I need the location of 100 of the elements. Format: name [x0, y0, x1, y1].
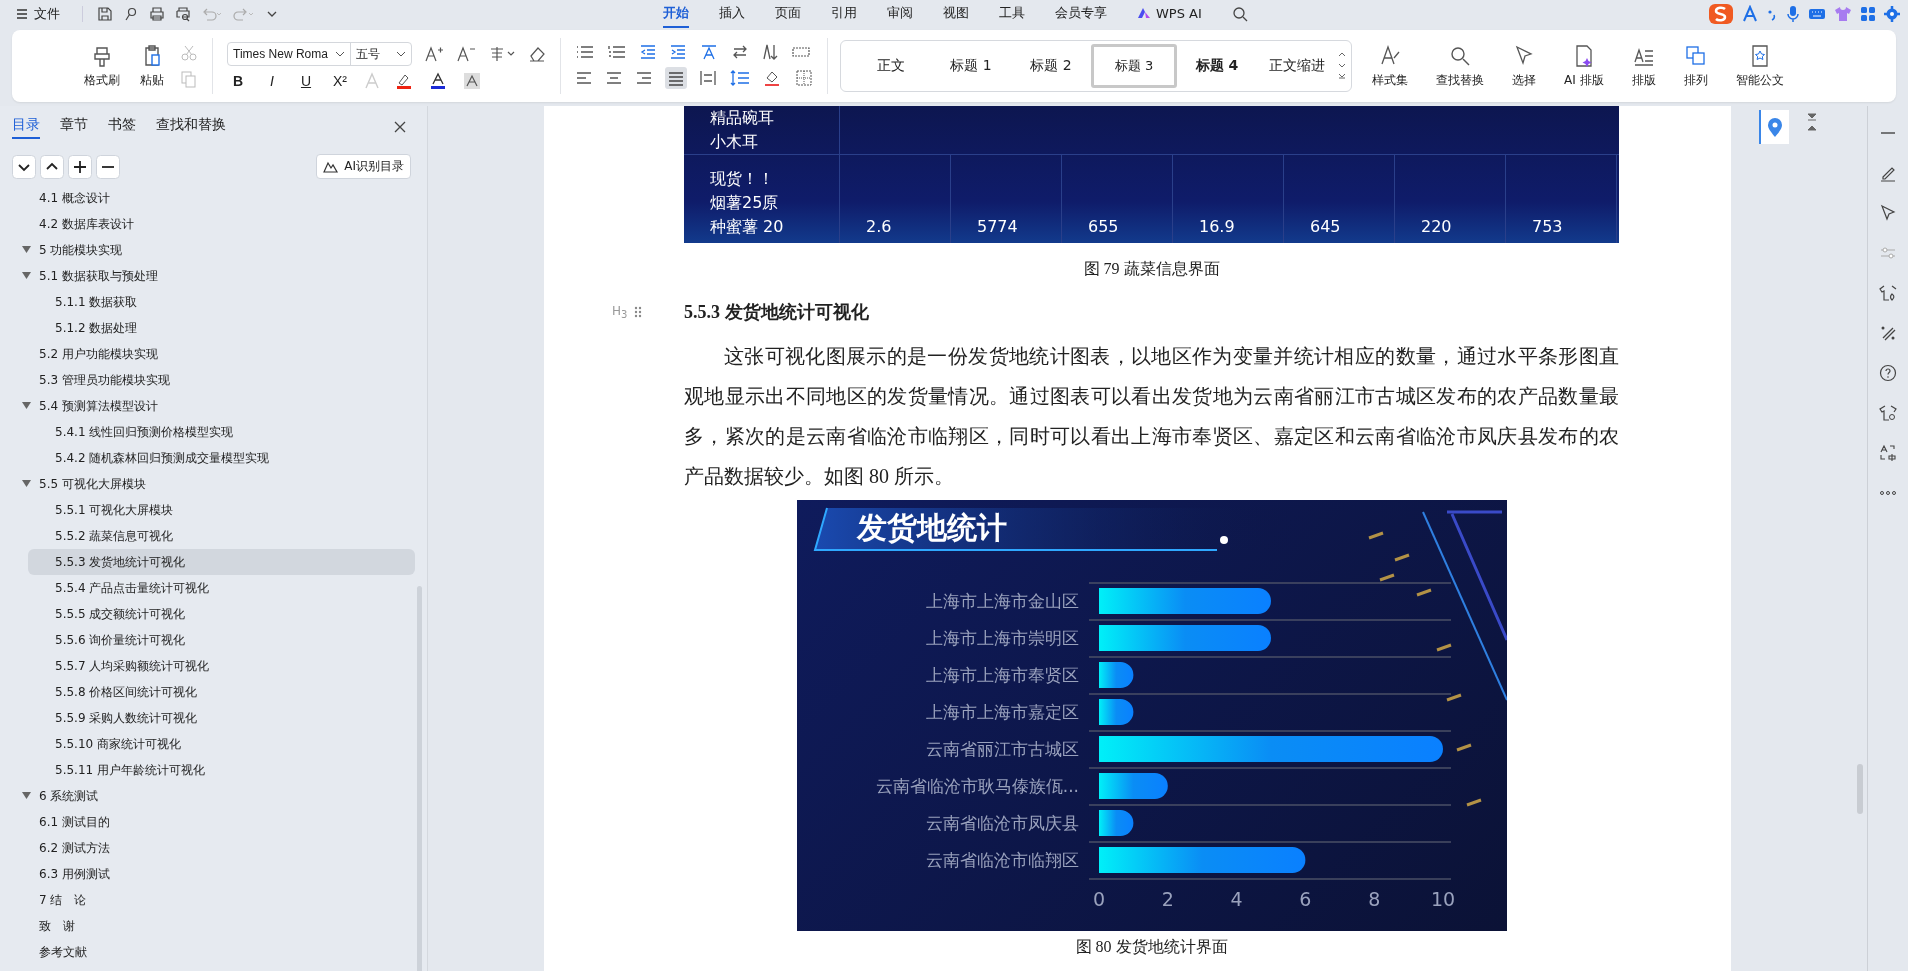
expand-triangle-icon[interactable]	[22, 246, 31, 254]
text-direction-icon[interactable]	[699, 43, 719, 61]
letter-a-icon[interactable]	[1742, 5, 1758, 23]
border-icon[interactable]	[795, 69, 813, 87]
toc-item[interactable]: 5.5.11 用户年龄统计可视化	[28, 757, 415, 783]
search-icon[interactable]	[1231, 6, 1248, 22]
sidebar-tab[interactable]: 章节	[60, 115, 88, 139]
menu-tab[interactable]: 视图	[943, 0, 969, 28]
toc-item[interactable]: 5.5.2 蔬菜信息可视化	[28, 523, 415, 549]
toc-item[interactable]: 6.3 用例测试	[12, 861, 415, 887]
sidebar-tab[interactable]: 书签	[108, 115, 136, 139]
print-icon[interactable]	[149, 6, 165, 22]
align-right-icon[interactable]	[635, 69, 653, 87]
toc-item[interactable]: 5.5.7 人均采购额统计可视化	[28, 653, 415, 679]
style-option[interactable]: 标题 1	[931, 47, 1011, 85]
style-option[interactable]: 正文缩进	[1257, 47, 1337, 85]
sidebar-tab[interactable]: 目录	[12, 115, 40, 139]
justify-icon[interactable]	[665, 67, 687, 89]
sidebar-tab[interactable]: 查找和替换	[156, 115, 226, 139]
style-option[interactable]: 标题 4	[1177, 47, 1257, 85]
collapse-all-button[interactable]	[40, 154, 64, 179]
save-icon[interactable]	[97, 6, 113, 22]
toc-item[interactable]: 7 结 论	[12, 887, 415, 913]
sliders-icon[interactable]	[1879, 244, 1897, 262]
menu-tab[interactable]: 插入	[719, 0, 745, 28]
toc-item[interactable]: 6.2 测试方法	[12, 835, 415, 861]
menu-tab[interactable]: WPS AI	[1137, 1, 1202, 27]
toc-item[interactable]: 5.5.8 价格区间统计可视化	[28, 679, 415, 705]
char-shading-icon[interactable]	[463, 72, 481, 90]
format-painter-button[interactable]: 格式刷	[80, 41, 124, 91]
file-menu[interactable]: 文件	[16, 5, 60, 23]
format-button[interactable]: B	[227, 73, 249, 89]
ribbon-button[interactable]: 选择	[1508, 41, 1540, 91]
scrollbar-thumb[interactable]	[417, 586, 422, 971]
menu-tab[interactable]: 会员专享	[1055, 0, 1107, 28]
apps-grid-icon[interactable]	[1860, 6, 1876, 22]
add-button[interactable]	[68, 154, 92, 179]
key-icon[interactable]	[123, 6, 139, 22]
ribbon-button[interactable]: AI 排版	[1560, 41, 1608, 91]
style-option[interactable]: 标题 2	[1011, 47, 1091, 85]
format-button[interactable]: X²	[329, 73, 351, 89]
grow-font-icon[interactable]	[424, 45, 444, 63]
eraser-icon[interactable]	[528, 45, 546, 63]
style-option[interactable]: 正文	[851, 47, 931, 85]
toc-item[interactable]: 5.3 管理员功能模块实现	[12, 367, 415, 393]
sort-icon[interactable]	[761, 43, 779, 61]
toc-item[interactable]: 5.5.3 发货地统计可视化	[28, 549, 415, 575]
ribbon-button[interactable]: 排版	[1627, 41, 1660, 91]
distribute-icon[interactable]	[699, 69, 717, 87]
cursor-icon[interactable]	[1879, 204, 1897, 222]
toc-item[interactable]: 6 系统测试	[12, 783, 415, 809]
close-icon[interactable]	[393, 120, 407, 134]
tools-icon[interactable]	[1879, 324, 1897, 342]
settings-icon[interactable]	[1884, 6, 1900, 22]
align-left-icon[interactable]	[575, 69, 593, 87]
toc-item[interactable]: 5 功能模块实现	[12, 237, 415, 263]
scrollbar-thumb[interactable]	[1857, 764, 1863, 814]
format-button[interactable]: I	[261, 73, 283, 89]
location-pin-icon[interactable]	[1759, 110, 1789, 144]
format-button[interactable]: U	[295, 73, 317, 89]
menu-tab[interactable]: 工具	[999, 0, 1025, 28]
expand-triangle-icon[interactable]	[22, 272, 31, 280]
print-preview-icon[interactable]	[175, 6, 191, 22]
bullet-list-icon[interactable]	[575, 43, 595, 61]
toc-item[interactable]: 4.2 数据库表设计	[12, 211, 415, 237]
toc-item[interactable]: 5.5.4 产品点击量统计可视化	[28, 575, 415, 601]
ime-logo-icon[interactable]	[1708, 3, 1734, 25]
expand-triangle-icon[interactable]	[22, 792, 31, 800]
toc-item[interactable]: 5.4.1 线性回归预测价格模型实现	[28, 419, 415, 445]
expand-triangle-icon[interactable]	[22, 480, 31, 488]
expand-all-button[interactable]	[12, 154, 36, 179]
ribbon-button[interactable]: 排列	[1679, 41, 1712, 91]
toc-item[interactable]: 5.4 预测算法模型设计	[12, 393, 415, 419]
remove-button[interactable]	[96, 154, 120, 179]
toc-item[interactable]: 5.1.1 数据获取	[28, 289, 415, 315]
toc-item[interactable]: 5.4.2 随机森林回归预测成交量模型实现	[28, 445, 415, 471]
numbered-list-icon[interactable]	[607, 43, 627, 61]
increase-indent-icon[interactable]	[669, 43, 687, 61]
menu-tab[interactable]: 页面	[775, 0, 801, 28]
toc-item[interactable]: 5.5.6 询价量统计可视化	[28, 627, 415, 653]
shrink-font-icon[interactable]	[456, 45, 476, 63]
toc-item[interactable]: 5.5.10 商家统计可视化	[28, 731, 415, 757]
shirt-icon[interactable]	[1834, 6, 1852, 22]
toc-item[interactable]: 5.5.5 成交额统计可视化	[28, 601, 415, 627]
style-option[interactable]: 标题 3	[1091, 44, 1177, 88]
toc-item[interactable]: 4.1 概念设计	[12, 185, 415, 211]
toc-item[interactable]: 致 谢	[12, 913, 415, 939]
decrease-indent-icon[interactable]	[639, 43, 657, 61]
ribbon-button[interactable]: 样式集	[1368, 41, 1412, 91]
toc-item[interactable]: 5.1 数据获取与预处理	[12, 263, 415, 289]
toc-item[interactable]: 参考文献	[12, 939, 415, 965]
swap-icon[interactable]	[731, 43, 749, 61]
ribbon-button[interactable]: 查找替换	[1432, 41, 1488, 91]
menu-tab[interactable]: 引用	[831, 0, 857, 28]
drag-handle-icon[interactable]	[634, 306, 642, 318]
menu-tab[interactable]: 开始	[663, 0, 689, 28]
help-icon[interactable]	[1879, 364, 1897, 382]
toc-item[interactable]: 6.1 测试目的	[12, 809, 415, 835]
toc-item[interactable]: 5.1.2 数据处理	[28, 315, 415, 341]
menu-tab[interactable]: 审阅	[887, 0, 913, 28]
